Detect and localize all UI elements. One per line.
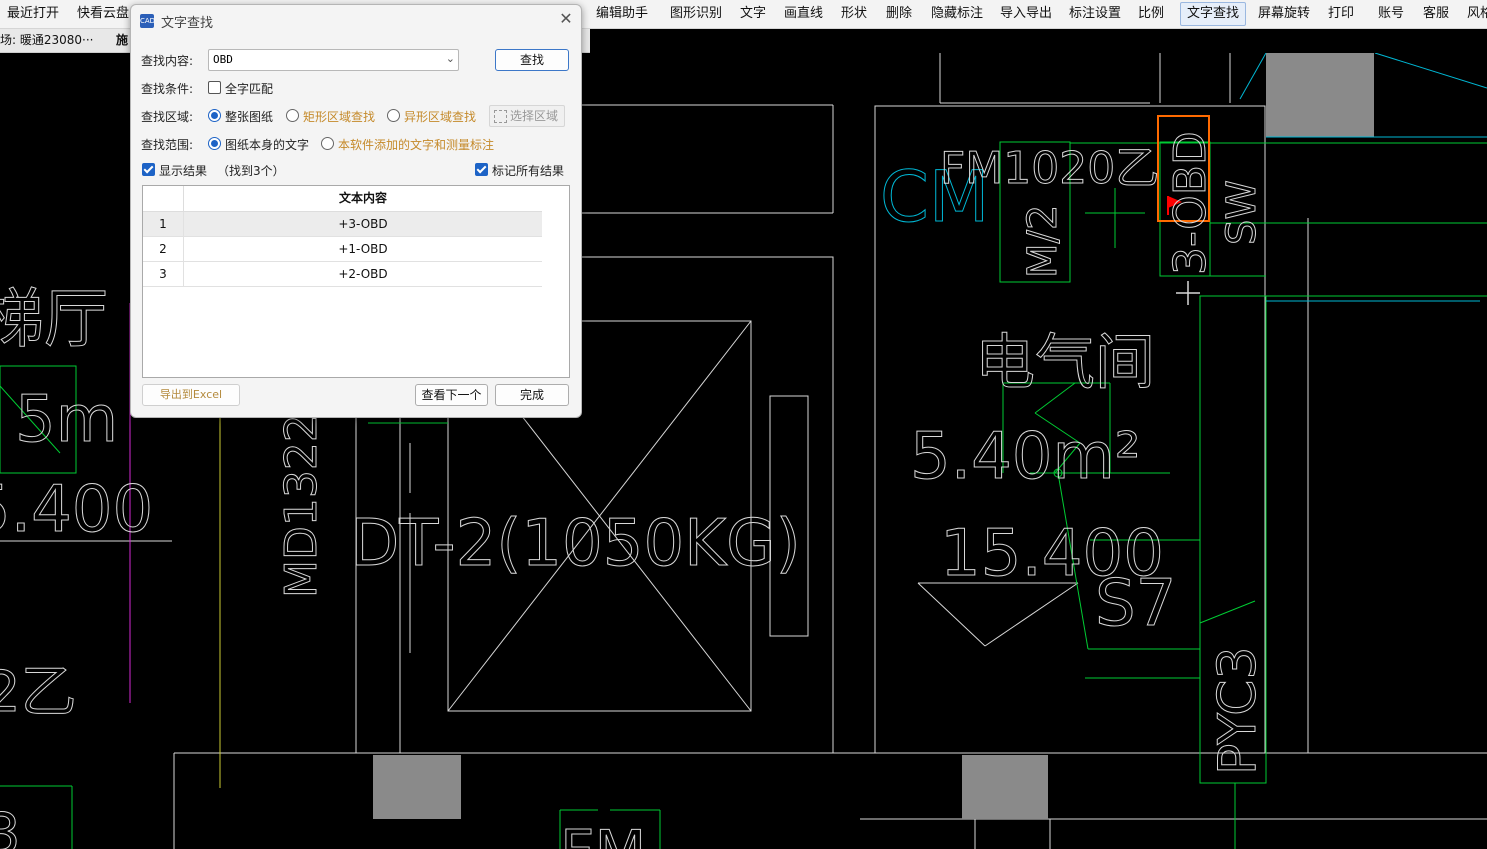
toolbar-draw-line[interactable]: 画直线 — [784, 0, 823, 28]
area-irregular-radio[interactable] — [387, 109, 400, 122]
label-left-door: 2乙 — [0, 660, 77, 725]
find-scope-label: 查找范围: — [141, 138, 194, 152]
area-rect-radio[interactable] — [286, 109, 299, 122]
label-obd: 3-OBD — [1165, 131, 1216, 275]
file-tab-2[interactable]: 施 — [116, 29, 128, 52]
whole-word-checkbox[interactable] — [208, 81, 221, 94]
scope-drawing-text-radio[interactable] — [208, 137, 221, 150]
whole-word-label: 全字匹配 — [225, 82, 274, 96]
find-content-value: OBD — [213, 53, 233, 66]
scope-drawing-text-label: 图纸本身的文字 — [225, 138, 310, 152]
toolbar-style[interactable]: 风格 — [1467, 0, 1487, 28]
toolbar-annotation-settings[interactable]: 标注设置 — [1069, 0, 1121, 28]
find-content-input[interactable]: OBD ⌄ — [208, 49, 459, 71]
toolbar-shape[interactable]: 形状 — [841, 0, 867, 28]
app-logo-icon: CAD — [140, 14, 155, 28]
toolbar-recent-open[interactable]: 最近打开 — [7, 0, 59, 28]
row-index: 1 — [159, 217, 167, 231]
table-row[interactable]: 3 +2-OBD — [143, 262, 542, 287]
show-results-label: 显示结果 — [159, 164, 208, 178]
toolbar-text-find[interactable]: 文字查找 — [1180, 2, 1247, 26]
label-md1322: MD1322 — [276, 414, 327, 598]
table-row[interactable]: 2 +1-OBD — [143, 237, 542, 262]
label-left-elevation: 5.400 — [0, 473, 153, 547]
toolbar-shape-recognition[interactable]: 图形识别 — [670, 0, 722, 28]
label-pyc3: PYC3 — [1208, 646, 1268, 775]
toolbar-edit-assistant[interactable]: 编辑助手 — [596, 0, 648, 28]
select-region-button[interactable]: 选择区域 — [489, 105, 565, 127]
scope-added-text-radio[interactable] — [321, 137, 334, 150]
mark-all-checkbox[interactable] — [475, 163, 488, 176]
label-left-area: 5m — [15, 383, 118, 457]
select-region-icon — [494, 110, 507, 123]
table-index-header — [143, 186, 183, 212]
row-text: +1-OBD — [183, 237, 542, 261]
area-whole-drawing-label: 整张图纸 — [225, 110, 274, 124]
label-s7: S7 — [1095, 567, 1176, 641]
area-rect-label: 矩形区域查找 — [303, 110, 376, 124]
dialog-title: 文字查找 — [161, 16, 214, 31]
label-left-b: 3 — [0, 802, 21, 849]
toolbar-screen-rotate[interactable]: 屏幕旋转 — [1258, 0, 1310, 28]
label-electric-room: 电气间 — [975, 328, 1155, 398]
show-results-checkbox[interactable] — [142, 163, 155, 176]
close-icon[interactable]: ✕ — [558, 11, 574, 27]
dialog-titlebar[interactable]: CAD 文字查找 ✕ — [131, 5, 581, 37]
label-sw: SW — [1219, 180, 1265, 245]
find-button[interactable]: 查找 — [495, 49, 569, 71]
row-text: +3-OBD — [183, 212, 542, 236]
label-stair-hall: 梯厅 — [0, 283, 108, 357]
find-content-label: 查找内容: — [141, 54, 194, 68]
done-button[interactable]: 完成 — [495, 384, 569, 406]
label-dt2: DT-2(1050KG) — [350, 507, 801, 581]
file-tab[interactable]: 场: 暖通23080··· — [0, 29, 93, 52]
toolbar-text[interactable]: 文字 — [740, 0, 766, 28]
row-index: 3 — [159, 267, 167, 281]
toolbar-scale[interactable]: 比例 — [1138, 0, 1164, 28]
toolbar-import-export[interactable]: 导入导出 — [1000, 0, 1052, 28]
area-whole-drawing-radio[interactable] — [208, 109, 221, 122]
text-find-dialog: CAD 文字查找 ✕ 查找内容: OBD ⌄ 查找 查找条件: 全字匹配 查找区… — [130, 4, 582, 418]
area-irregular-label: 异形区域查找 — [404, 110, 477, 124]
table-row[interactable]: 1 +3-OBD — [143, 212, 542, 237]
export-excel-button[interactable]: 导出到Excel — [142, 384, 240, 406]
find-condition-label: 查找条件: — [141, 82, 194, 96]
toolbar-cloud-disk[interactable]: 快看云盘 — [77, 0, 129, 28]
scope-added-text-label: 本软件添加的文字和测量标注 — [338, 138, 495, 152]
toolbar-account[interactable]: 账号 — [1378, 0, 1404, 28]
label-area: 5.40m² — [910, 420, 1141, 494]
table-header-text-content: 文本内容 — [183, 186, 542, 212]
found-count: （找到3个） — [217, 164, 285, 178]
chevron-down-icon[interactable]: ⌄ — [446, 52, 455, 65]
toolbar-print[interactable]: 打印 — [1328, 0, 1354, 28]
row-index: 2 — [159, 242, 167, 256]
view-next-button[interactable]: 查看下一个 — [415, 384, 488, 406]
label-fm1020: FM1020乙 — [940, 143, 1159, 194]
mark-all-label: 标记所有结果 — [492, 164, 565, 178]
toolbar-hide-annotations[interactable]: 隐藏标注 — [931, 0, 983, 28]
find-area-label: 查找区域: — [141, 110, 194, 124]
select-region-label: 选择区域 — [510, 109, 559, 123]
label-fm-bottom: FM — [560, 818, 646, 849]
row-text: +2-OBD — [183, 262, 542, 286]
label-m2: M/2 — [1020, 205, 1066, 278]
toolbar-delete[interactable]: 删除 — [886, 0, 912, 28]
results-table: 文本内容 1 +3-OBD 2 +1-OBD 3 +2-OBD — [142, 185, 570, 378]
toolbar-service[interactable]: 客服 — [1423, 0, 1449, 28]
